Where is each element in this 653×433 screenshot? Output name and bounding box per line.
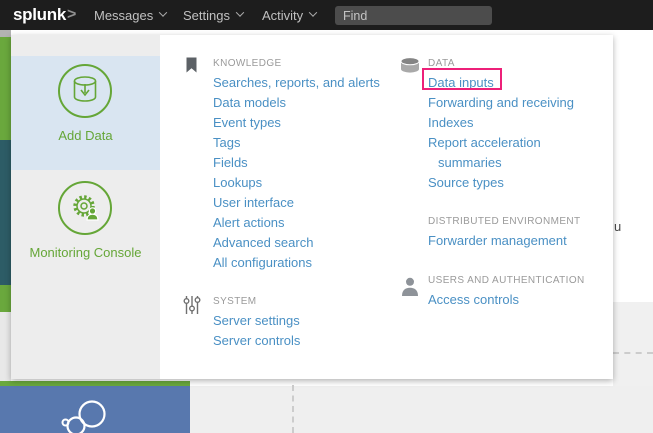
- menu-item-server-settings[interactable]: Server settings: [213, 311, 383, 331]
- section-title: SYSTEM: [213, 295, 383, 311]
- menu-item-indexes[interactable]: Indexes: [428, 113, 598, 133]
- section-title: KNOWLEDGE: [213, 57, 383, 73]
- splunk-logo-caret: >: [67, 6, 76, 24]
- splunk-logo[interactable]: splunk >: [13, 0, 76, 30]
- add-data-icon: [58, 64, 112, 118]
- background-green-sidebar-top: [0, 37, 11, 140]
- gear-person-icon: [58, 181, 112, 235]
- add-data-label: Add Data: [11, 128, 160, 143]
- menu-item-user-interface[interactable]: User interface: [213, 193, 383, 213]
- menu-item-lookups[interactable]: Lookups: [213, 173, 383, 193]
- section-users-authentication: USERS AND AUTHENTICATION Access controls: [428, 274, 598, 310]
- top-bar: splunk > Messages Settings Activity: [0, 0, 653, 30]
- menu-item-report-acceleration-summaries[interactable]: Report acceleration summaries: [428, 133, 556, 173]
- background-blue-tile: [0, 386, 190, 433]
- background-bottom-gray-area: [190, 386, 653, 433]
- add-data-tile[interactable]: Add Data: [11, 56, 160, 170]
- menu-item-data-inputs[interactable]: Data inputs: [428, 73, 598, 93]
- menu-item-forwarding-receiving[interactable]: Forwarding and receiving: [428, 93, 598, 113]
- chevron-down-icon: [236, 8, 244, 16]
- background-dashed-divider-vertical: [292, 385, 294, 433]
- menu-item-access-controls[interactable]: Access controls: [428, 290, 598, 310]
- background-green-sidebar-bottom: [0, 285, 11, 312]
- section-knowledge: KNOWLEDGE Searches, reports, and alerts …: [213, 57, 383, 273]
- background-light-edge: [0, 312, 11, 381]
- find-search-input[interactable]: [335, 6, 492, 25]
- chevron-down-icon: [309, 8, 317, 16]
- app-window: u splunk > Messages Settings Activity: [0, 0, 653, 433]
- section-system: SYSTEM Server settings Server controls: [213, 295, 383, 351]
- splunk-logo-text: splunk: [13, 5, 66, 25]
- menu-settings[interactable]: Settings: [183, 0, 243, 30]
- menu-activity-label: Activity: [262, 8, 303, 23]
- menu-item-forwarder-management[interactable]: Forwarder management: [428, 231, 598, 251]
- sliders-icon: [183, 295, 201, 315]
- menu-messages-label: Messages: [94, 8, 153, 23]
- background-text-fragment: u: [614, 219, 621, 234]
- background-gray-edge: [0, 30, 11, 37]
- background-teal-panel-edge: [0, 140, 11, 285]
- bookmark-icon: [186, 57, 197, 73]
- menu-item-data-models[interactable]: Data models: [213, 93, 383, 113]
- menu-item-tags[interactable]: Tags: [213, 133, 383, 153]
- menu-item-all-configurations[interactable]: All configurations: [213, 253, 383, 273]
- chevron-down-icon: [159, 8, 167, 16]
- menu-item-source-types[interactable]: Source types: [428, 173, 598, 193]
- menu-messages[interactable]: Messages: [94, 0, 166, 30]
- section-data: DATA Data inputs Forwarding and receivin…: [428, 57, 598, 193]
- settings-dropdown-panel: Add Data Monitoring Console: [11, 35, 613, 379]
- bubbles-icon: [58, 398, 114, 433]
- user-icon: [401, 277, 419, 296]
- menu-item-fields[interactable]: Fields: [213, 153, 383, 173]
- section-title: DATA: [428, 57, 598, 73]
- section-title: USERS AND AUTHENTICATION: [428, 274, 598, 290]
- background-dashed-divider-horizontal: [613, 352, 653, 354]
- menu-item-event-types[interactable]: Event types: [213, 113, 383, 133]
- menu-item-server-controls[interactable]: Server controls: [213, 331, 383, 351]
- monitoring-console-tile[interactable]: Monitoring Console: [11, 173, 160, 287]
- monitoring-console-label: Monitoring Console: [11, 245, 160, 260]
- menu-item-alert-actions[interactable]: Alert actions: [213, 213, 383, 233]
- section-distributed-environment: DISTRIBUTED ENVIRONMENT Forwarder manage…: [428, 215, 598, 251]
- menu-item-searches-reports-alerts[interactable]: Searches, reports, and alerts: [213, 73, 383, 93]
- section-title: DISTRIBUTED ENVIRONMENT: [428, 215, 598, 231]
- menu-item-advanced-search[interactable]: Advanced search: [213, 233, 383, 253]
- dropdown-left-column: Add Data Monitoring Console: [11, 35, 160, 379]
- menu-settings-label: Settings: [183, 8, 230, 23]
- menu-activity[interactable]: Activity: [262, 0, 316, 30]
- database-icon: [399, 57, 421, 74]
